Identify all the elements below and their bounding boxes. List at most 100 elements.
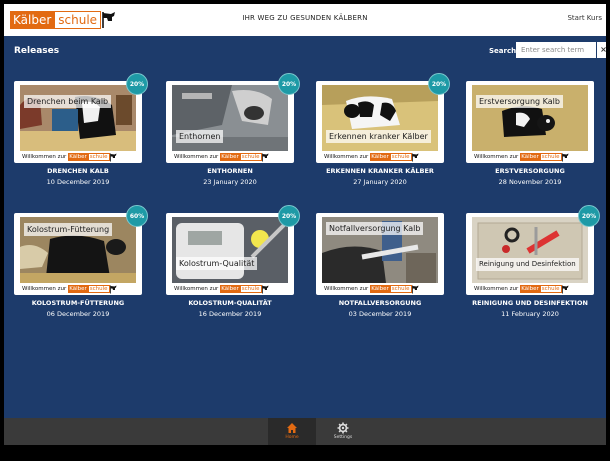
mini-logo-primary: Kälber [220,285,240,293]
search-label: Search [489,47,517,55]
card-date: 23 January 2020 [203,178,257,186]
welcome-banner: Willkommen zur Kälber schule [22,284,117,294]
card-date: 10 December 2019 [46,178,110,186]
card-title[interactable]: ERKENNEN KRANKER KÄLBER [316,167,444,175]
mini-logo-secondary: schule [87,153,110,161]
card-title[interactable]: DRENCHEN KALB [14,167,142,175]
mini-logo-secondary: schule [539,153,562,161]
mini-logo: Kälber schule [520,285,569,294]
mini-logo: Kälber schule [520,153,569,162]
mini-logo-primary: Kälber [370,153,390,161]
cow-icon [109,285,117,293]
nav-settings[interactable]: Settings [319,418,367,445]
mini-logo: Kälber schule [68,153,117,162]
welcome-text: Willkommen zur [474,154,519,160]
card-thumbnail[interactable]: Kolostrum-Fütterung Willkommen zur Kälbe… [14,213,142,295]
app-window: Kälber schule IHR WEG ZU GESUNDEN KÄLBER… [4,4,606,457]
welcome-banner: Willkommen zur Kälber schule [474,284,569,294]
nav-settings-label: Settings [333,435,353,440]
card-date: 06 December 2019 [46,310,110,318]
card-title[interactable]: ERSTVERSORGUNG [466,167,594,175]
card-title[interactable]: KOLOSTRUM-FÜTTERUNG [14,299,142,307]
mini-logo-primary: Kälber [68,153,88,161]
welcome-text: Willkommen zur [174,286,219,292]
nav-home-label: Home [285,435,299,440]
card-title[interactable]: REINIGUNG UND DESINFEKTION [466,299,594,307]
card-caption: Enthornen [176,130,224,143]
card-date: 03 December 2019 [348,310,412,318]
card-thumbnail[interactable]: Erstversorgung Kalb Willkommen zur Kälbe… [466,81,594,163]
card-caption: Drenchen beim Kalb [24,95,112,108]
release-card-kolostrum-qualitaet[interactable]: Kolostrum-Qualität Willkommen zur Kälber… [166,205,300,323]
progress-badge: 20% [578,205,600,227]
card-caption: Erkennen kranker Kälber [326,130,431,143]
release-card-kolostrum-fuetterung[interactable]: Kolostrum-Fütterung Willkommen zur Kälbe… [14,205,148,323]
card-title[interactable]: ENTHORNEN [166,167,294,175]
release-card-reinigung[interactable]: Reinigung und Desinfektion Willkommen zu… [466,205,600,323]
card-date: 27 January 2020 [353,178,407,186]
progress-badge: 20% [126,73,148,95]
mini-logo: Kälber schule [68,285,117,294]
cow-icon [411,285,419,293]
welcome-banner: Willkommen zur Kälber schule [22,152,117,162]
card-caption: Reinigung und Desinfektion [476,258,579,271]
release-card-drenchen[interactable]: Drenchen beim Kalb Willkommen zur Kälber… [14,73,148,191]
welcome-text: Willkommen zur [324,286,369,292]
home-icon [287,423,297,433]
top-bar: Kälber schule IHR WEG ZU GESUNDEN KÄLBER… [4,4,606,36]
release-card-erstversorgung[interactable]: Erstversorgung Kalb Willkommen zur Kälbe… [466,81,594,191]
card-date: 16 December 2019 [198,310,262,318]
cow-icon [561,285,569,293]
welcome-banner: Willkommen zur Kälber schule [174,284,269,294]
welcome-text: Willkommen zur [174,154,219,160]
bottom-nav-bar: Home Settings [4,418,606,445]
card-caption: Kolostrum-Qualität [176,257,258,270]
welcome-banner: Willkommen zur Kälber schule [324,152,419,162]
start-course-link[interactable]: Start Kurs [567,14,602,22]
cow-icon [261,285,269,293]
release-card-notfallversorgung[interactable]: Notfallversorgung Kalb Willkommen zur Kä… [316,213,444,323]
welcome-text: Willkommen zur [22,154,67,160]
card-thumbnail[interactable]: Kolostrum-Qualität Willkommen zur Kälber… [166,213,294,295]
section-title: Releases [14,46,60,56]
welcome-banner: Willkommen zur Kälber schule [174,152,269,162]
mini-logo-secondary: schule [87,285,110,293]
release-card-enthornen[interactable]: Enthornen Willkommen zur Kälber schule 2… [166,73,300,191]
welcome-text: Willkommen zur [474,286,519,292]
card-caption: Erstversorgung Kalb [476,95,563,108]
mini-logo-primary: Kälber [220,153,240,161]
mini-logo: Kälber schule [220,285,269,294]
welcome-banner: Willkommen zur Kälber schule [324,284,419,294]
cow-icon [109,153,117,161]
cow-icon [411,153,419,161]
refractometer-photo [172,217,288,283]
progress-badge: 60% [126,205,148,227]
card-caption: Notfallversorgung Kalb [326,222,424,235]
bottom-border [4,445,606,457]
cleaning-equipment-photo [472,217,588,283]
mini-logo-secondary: schule [239,285,262,293]
card-thumbnail[interactable]: Notfallversorgung Kalb Willkommen zur Kä… [316,213,444,295]
card-thumbnail[interactable]: Drenchen beim Kalb Willkommen zur Kälber… [14,81,142,163]
nav-home[interactable]: Home [268,418,316,445]
cow-icon [561,153,569,161]
mini-logo-secondary: schule [239,153,262,161]
card-title[interactable]: NOTFALLVERSORGUNG [316,299,444,307]
progress-badge: 20% [278,73,300,95]
welcome-text: Willkommen zur [324,154,369,160]
welcome-text: Willkommen zur [22,286,67,292]
mini-logo-secondary: schule [389,153,412,161]
card-date: 28 November 2019 [498,178,562,186]
card-thumbnail[interactable]: Enthornen Willkommen zur Kälber schule [166,81,294,163]
clear-search-button[interactable]: × [597,42,606,58]
card-title[interactable]: KOLOSTRUM-QUALITÄT [166,299,294,307]
mini-logo-primary: Kälber [68,285,88,293]
card-date: 11 February 2020 [501,310,559,318]
gear-icon [337,422,349,434]
card-thumbnail[interactable]: Erkennen kranker Kälber Willkommen zur K… [316,81,444,163]
welcome-banner: Willkommen zur Kälber schule [474,152,569,162]
card-thumbnail[interactable]: Reinigung und Desinfektion Willkommen zu… [466,213,594,295]
progress-badge: 20% [428,73,450,95]
search-input[interactable] [516,42,596,58]
release-card-erkennen[interactable]: Erkennen kranker Kälber Willkommen zur K… [316,73,450,191]
